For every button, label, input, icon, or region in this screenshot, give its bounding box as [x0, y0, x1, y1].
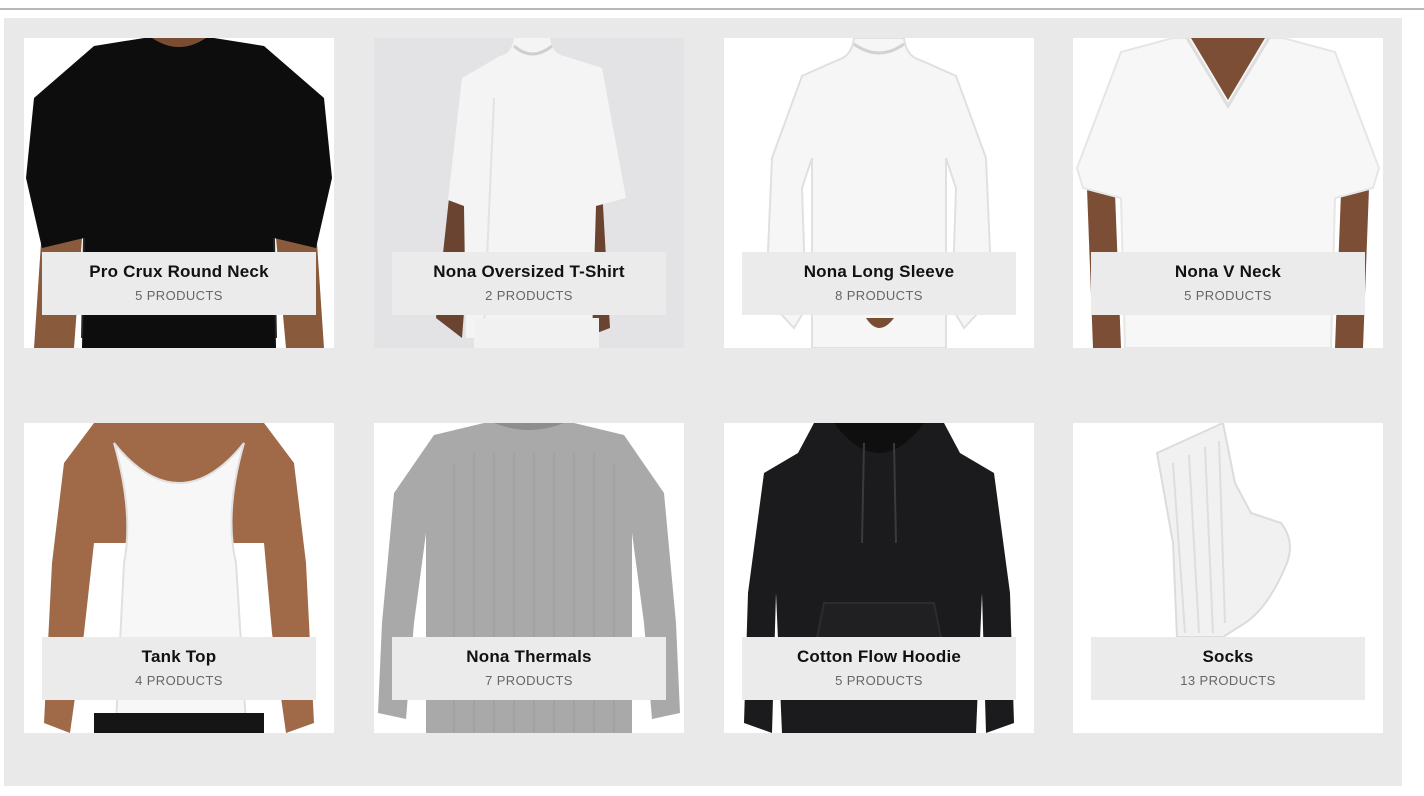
- category-label: Tank Top 4 PRODUCTS: [42, 637, 316, 700]
- category-card-tank-top[interactable]: Tank Top 4 PRODUCTS: [24, 423, 334, 733]
- category-product-count: 8 PRODUCTS: [835, 288, 923, 303]
- category-product-count: 5 PRODUCTS: [835, 673, 923, 688]
- category-label: Cotton Flow Hoodie 5 PRODUCTS: [742, 637, 1016, 700]
- category-card-nona-oversized-tshirt[interactable]: Nona Oversized T-Shirt 2 PRODUCTS: [374, 38, 684, 348]
- category-label: Nona Oversized T-Shirt 2 PRODUCTS: [392, 252, 666, 315]
- category-product-count: 2 PRODUCTS: [485, 288, 573, 303]
- category-title[interactable]: Nona V Neck: [1091, 262, 1365, 282]
- category-product-count: 13 PRODUCTS: [1180, 673, 1276, 688]
- category-card-nona-long-sleeve[interactable]: Nona Long Sleeve 8 PRODUCTS: [724, 38, 1034, 348]
- category-product-count: 7 PRODUCTS: [485, 673, 573, 688]
- category-title[interactable]: Tank Top: [42, 647, 316, 667]
- category-title[interactable]: Nona Thermals: [392, 647, 666, 667]
- category-label: Nona V Neck 5 PRODUCTS: [1091, 252, 1365, 315]
- category-card-nona-thermals[interactable]: Nona Thermals 7 PRODUCTS: [374, 423, 684, 733]
- category-title[interactable]: Pro Crux Round Neck: [42, 262, 316, 282]
- category-title[interactable]: Nona Long Sleeve: [742, 262, 1016, 282]
- category-title[interactable]: Cotton Flow Hoodie: [742, 647, 1016, 667]
- category-card-socks[interactable]: Socks 13 PRODUCTS: [1073, 423, 1383, 733]
- category-product-count: 5 PRODUCTS: [135, 288, 223, 303]
- category-grid: Pro Crux Round Neck 5 PRODUCTS Nona Over…: [4, 18, 1402, 786]
- top-divider: [0, 8, 1424, 10]
- category-title[interactable]: Socks: [1091, 647, 1365, 667]
- category-product-count: 4 PRODUCTS: [135, 673, 223, 688]
- category-title[interactable]: Nona Oversized T-Shirt: [392, 262, 666, 282]
- category-card-cotton-flow-hoodie[interactable]: Cotton Flow Hoodie 5 PRODUCTS: [724, 423, 1034, 733]
- category-card-pro-crux-round-neck[interactable]: Pro Crux Round Neck 5 PRODUCTS: [24, 38, 334, 348]
- category-product-count: 5 PRODUCTS: [1184, 288, 1272, 303]
- category-label: Nona Long Sleeve 8 PRODUCTS: [742, 252, 1016, 315]
- category-card-nona-v-neck[interactable]: Nona V Neck 5 PRODUCTS: [1073, 38, 1383, 348]
- category-label: Pro Crux Round Neck 5 PRODUCTS: [42, 252, 316, 315]
- category-label: Socks 13 PRODUCTS: [1091, 637, 1365, 700]
- category-label: Nona Thermals 7 PRODUCTS: [392, 637, 666, 700]
